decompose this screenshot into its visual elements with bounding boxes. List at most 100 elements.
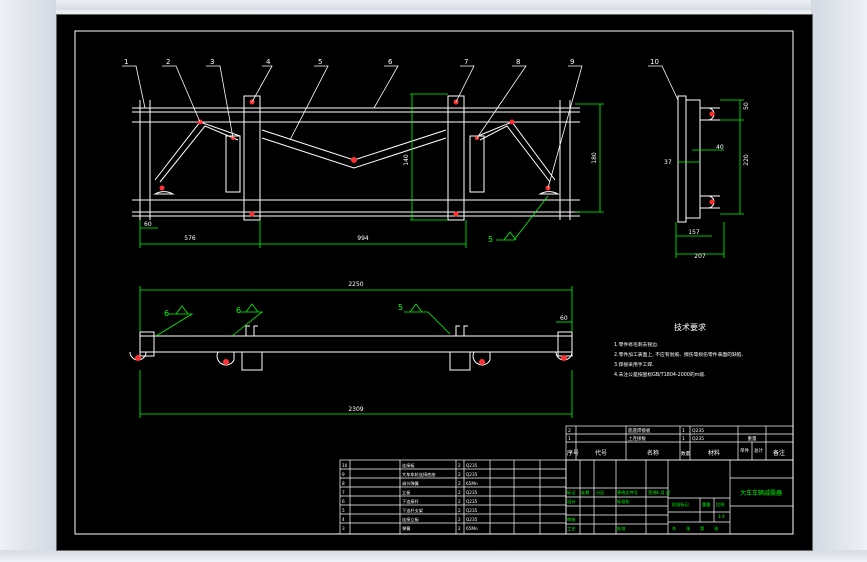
bom-left-no-4: 4 xyxy=(342,517,345,522)
left-vertical-plate xyxy=(243,95,261,221)
inner-border xyxy=(74,30,794,535)
bom-left-qty-8: 2 xyxy=(458,481,461,486)
bom-left-name-7: 立板 xyxy=(402,489,411,496)
dim-180: 180 xyxy=(591,152,598,164)
side-pivots xyxy=(709,111,715,205)
bom-top-row1-mat: Q235 xyxy=(692,428,704,434)
bom-top-row2-name: 上连接板 xyxy=(628,435,646,442)
tb-scale: 比例 xyxy=(716,501,724,508)
bom-header-qty: 数量 xyxy=(681,450,690,457)
dim-50: 50 xyxy=(743,102,750,110)
bom-left-qty-3: 2 xyxy=(458,526,461,531)
weld-label-5: 5 xyxy=(398,303,403,312)
weld-label-6a: 6 xyxy=(164,309,169,318)
bom-left-name-4: 连接立板 xyxy=(402,516,420,523)
bom-left-qty-5: 2 xyxy=(458,508,461,513)
lower-link-rod-inner xyxy=(261,137,447,169)
dim-37: 37 xyxy=(664,159,672,166)
plan-weld-leaders xyxy=(155,303,451,337)
right-linkage-inner xyxy=(479,125,551,183)
dim-60: 60 xyxy=(144,221,152,228)
left-spring xyxy=(225,135,241,193)
weld-label-6b: 6 xyxy=(236,306,241,315)
bom-left-name-5: 下连杆支架 xyxy=(402,507,423,514)
bom-left-mat-4: Q235 xyxy=(466,517,478,522)
tech-note-2: 2.零件加工表面上, 不应有划痕、擦伤等损伤零件表面的缺陷. xyxy=(614,351,743,358)
front-dim-labels: 576 994 60 140 180 xyxy=(144,152,598,242)
bom-left-name-8: 调节弹簧 xyxy=(402,480,419,487)
part-no-7: 7 xyxy=(464,58,468,66)
tb-standard: 标准化 xyxy=(617,498,630,505)
cad-drawing: 576 994 60 140 180 1 2 3 4 5 6 7 8 9 10 … xyxy=(74,30,794,535)
bom-top-row2-no: 1 xyxy=(568,436,571,442)
side-plate xyxy=(677,95,687,223)
bom-left-mat-7: Q235 xyxy=(466,490,478,495)
tech-note-4: 4.未注公差按国标GB/T1804-2000的m级. xyxy=(614,371,706,378)
tb-sheet: 第 xyxy=(700,525,704,532)
bom-top-row1-name: 底座焊接板 xyxy=(628,427,651,434)
bom-left-no-3: 3 xyxy=(342,526,345,531)
title-block xyxy=(565,459,794,535)
bom-left-mat-5: Q235 xyxy=(466,508,478,513)
dim-994: 994 xyxy=(357,235,369,242)
bom-left-rows: 10 连接板 2 Q235 9 大车车轮连接底座 2 Q235 8 调节弹簧 2… xyxy=(342,462,478,532)
bom-left-table xyxy=(339,459,567,535)
dim-2250: 2250 xyxy=(348,281,363,288)
bom-header-total: 总计 xyxy=(754,447,763,454)
bom-header-seq: 序号 xyxy=(567,449,579,457)
bom-left-qty-4: 2 xyxy=(458,517,461,522)
bom-left-name-10: 连接板 xyxy=(402,462,415,469)
bom-left-name-9: 大车车轮连接底座 xyxy=(402,471,436,478)
bom-top-rows: 2 底座焊接板 1 Q235 1 上连接板 1 Q235 xyxy=(568,427,704,442)
dim-60b: 60 xyxy=(560,315,568,322)
right-spring xyxy=(469,135,485,193)
bom-left-no-6: 6 xyxy=(342,499,345,504)
tb-stage-mark: 阶段标记 xyxy=(672,501,690,508)
dim-140: 140 xyxy=(403,154,410,166)
tech-notes-heading: 技术要求 xyxy=(674,322,706,332)
tech-notes-list: 1.零件修毛刺去锐边. 2.零件加工表面上, 不应有划痕、擦伤等损伤零件表面的缺… xyxy=(614,341,743,378)
tech-note-1: 1.零件修毛刺去锐边. xyxy=(614,341,658,348)
part-no-8: 8 xyxy=(516,58,520,66)
front-dimensions xyxy=(139,93,604,248)
weld-label-front: 5 xyxy=(488,235,493,244)
right-wheel-support xyxy=(538,191,560,195)
tb-weight: 重量 xyxy=(702,501,710,508)
dim-40: 40 xyxy=(716,144,724,151)
side-column xyxy=(685,99,701,219)
bom-left-mat-6: Q235 xyxy=(466,499,478,504)
bom-header-name: 名称 xyxy=(647,449,659,457)
part-no-1: 1 xyxy=(124,58,128,66)
bom-left-no-9: 9 xyxy=(342,472,345,477)
bom-header-weight: 重量 xyxy=(748,435,757,442)
bom-top-row2-qty: 1 xyxy=(682,436,685,442)
bom-left-no-5: 5 xyxy=(342,508,345,513)
bom-left-qty-7: 2 xyxy=(458,490,461,495)
bom-left-qty-9: 2 xyxy=(458,472,461,477)
bom-header-material: 材料 xyxy=(708,449,720,457)
bom-top-row1-no: 2 xyxy=(568,428,571,434)
part-leaders xyxy=(122,65,679,189)
tb-approve: 批准 xyxy=(617,525,625,532)
left-wheel-support xyxy=(153,191,175,195)
tb-designer: 设计 xyxy=(567,498,575,505)
bom-header-code: 代号 xyxy=(595,449,607,457)
plan-weld-labels: 6 6 5 xyxy=(164,303,403,318)
bom-left-mat-10: Q235 xyxy=(466,463,478,468)
tb-count: 处数 xyxy=(581,489,590,496)
bom-left-no-10: 10 xyxy=(342,463,348,468)
tb-sheets-word: 张 xyxy=(686,525,691,532)
tb-review: 审核 xyxy=(567,516,576,523)
part-no-5: 5 xyxy=(318,58,322,66)
tb-scale-value: 1:4 xyxy=(718,514,725,519)
bom-left-mat-8: 65Mn xyxy=(466,481,478,486)
bom-left-qty-10: 2 xyxy=(458,463,461,468)
lower-link-rod xyxy=(261,129,447,161)
plan-pivots xyxy=(135,355,567,365)
part-no-6: 6 xyxy=(388,58,393,66)
part-no-4: 4 xyxy=(266,58,271,66)
tb-mark: 标记 xyxy=(567,489,576,496)
plan-view xyxy=(129,325,573,371)
right-linkage xyxy=(477,121,556,181)
part-no-9: 9 xyxy=(570,58,574,66)
